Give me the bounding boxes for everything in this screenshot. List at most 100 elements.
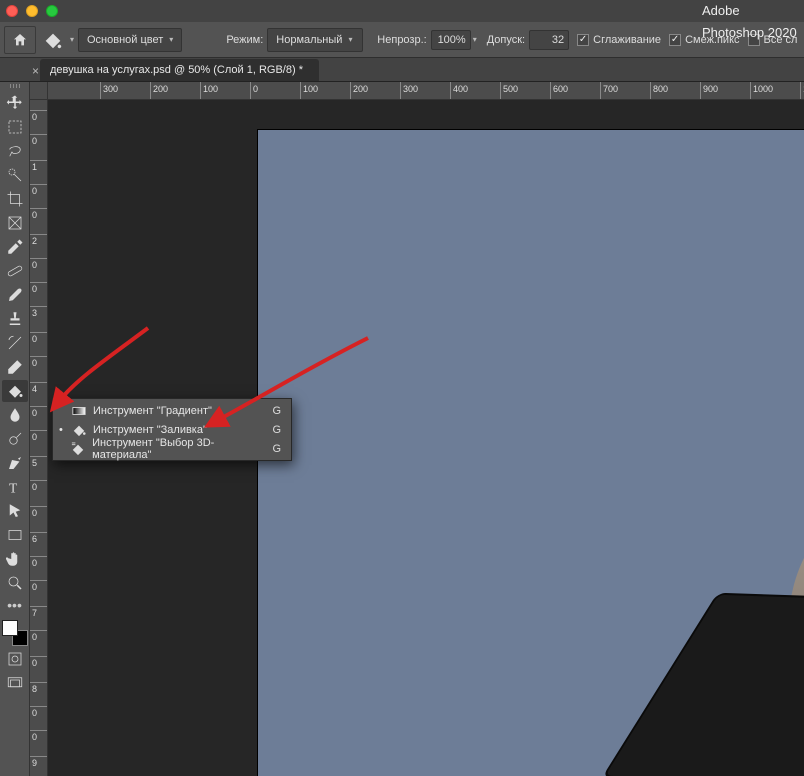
titlebar: Adobe Photoshop 2020 — [0, 0, 804, 22]
quick-select-tool[interactable] — [2, 164, 28, 186]
opacity-label: Непрозр.: — [377, 34, 426, 46]
flyout-item-3d-material[interactable]: Инструмент "Выбор 3D-материала" G — [53, 439, 291, 458]
move-icon — [6, 94, 24, 112]
screen-mode-toggle[interactable] — [2, 672, 28, 694]
flyout-item-shortcut: G — [272, 443, 281, 455]
home-button[interactable] — [4, 26, 36, 54]
magic-wand-icon — [6, 166, 24, 184]
flyout-item-label: Инструмент "Градиент" — [93, 405, 212, 417]
path-select-tool[interactable] — [2, 500, 28, 522]
quick-mask-toggle[interactable] — [2, 648, 28, 670]
flyout-item-shortcut: G — [272, 405, 281, 417]
maximize-button[interactable] — [46, 5, 58, 17]
frame-icon — [6, 214, 24, 232]
frame-tool[interactable] — [2, 212, 28, 234]
svg-text:T: T — [9, 480, 18, 495]
tolerance-input[interactable]: 32 — [529, 30, 569, 50]
color-swatches[interactable] — [2, 620, 28, 646]
chevron-down-icon: ▾ — [169, 35, 173, 44]
brush-tool[interactable] — [2, 284, 28, 306]
rectangle-icon — [6, 526, 24, 544]
stamp-icon — [6, 310, 24, 328]
marquee-icon — [6, 118, 24, 136]
quick-mask-icon — [6, 650, 24, 668]
flyout-item-label: Инструмент "Заливка" — [93, 424, 207, 436]
editor-area: 3002001000100200300400500600700800900100… — [30, 82, 804, 776]
stamp-tool[interactable] — [2, 308, 28, 330]
crop-tool[interactable] — [2, 188, 28, 210]
hand-tool[interactable] — [2, 548, 28, 570]
workspace: T ••• 3002001000100200300400500600700800… — [0, 82, 804, 776]
options-bar: ▾ Основной цвет ▾ Режим: Нормальный ▾ Не… — [0, 22, 804, 58]
document-tab-label: девушка на услугах.psd @ 50% (Слой 1, RG… — [50, 64, 303, 76]
blend-mode-dropdown[interactable]: Нормальный ▾ — [267, 28, 363, 52]
dodge-tool[interactable] — [2, 428, 28, 450]
close-tab-icon[interactable]: × — [32, 64, 39, 78]
app-title: Adobe Photoshop 2020 — [702, 0, 804, 44]
healing-tool[interactable] — [2, 260, 28, 282]
pen-tool[interactable] — [2, 452, 28, 474]
tolerance-label: Допуск: — [487, 34, 525, 46]
document-tabs: × девушка на услугах.psd @ 50% (Слой 1, … — [0, 58, 804, 82]
ruler-corner — [30, 82, 48, 100]
type-tool[interactable]: T — [2, 476, 28, 498]
shape-tool[interactable] — [2, 524, 28, 546]
canvas-viewport[interactable]: Инструмент "Градиент" G • Инструмент "За… — [48, 100, 804, 776]
blur-tool[interactable] — [2, 404, 28, 426]
current-tool-icon[interactable]: ▾ — [42, 26, 74, 54]
document-tab[interactable]: × девушка на услугах.psd @ 50% (Слой 1, … — [40, 59, 319, 81]
eyedropper-tool[interactable] — [2, 236, 28, 258]
antialias-label: Сглаживание — [593, 34, 661, 46]
tools-panel: T ••• — [0, 82, 30, 776]
horizontal-ruler[interactable]: 3002001000100200300400500600700800900100… — [48, 82, 804, 100]
paint-bucket-tool[interactable] — [2, 380, 28, 402]
fill-source-label: Основной цвет — [87, 34, 163, 46]
fill-source-dropdown[interactable]: Основной цвет ▾ — [78, 28, 182, 52]
dodge-icon — [6, 430, 24, 448]
history-brush-icon — [6, 334, 24, 352]
paint-bucket-icon — [6, 382, 24, 400]
vertical-ruler[interactable]: 0010020030040050060070080090 — [30, 100, 48, 776]
blend-mode-value: Нормальный — [276, 34, 342, 46]
chevron-down-icon: ▾ — [70, 35, 74, 44]
chevron-down-icon: ▾ — [348, 35, 352, 44]
antialias-checkbox[interactable]: Сглаживание — [577, 34, 661, 46]
brush-icon — [6, 286, 24, 304]
opacity-value: 100% — [438, 34, 466, 46]
checkbox-icon — [577, 34, 589, 46]
history-brush-tool[interactable] — [2, 332, 28, 354]
crop-icon — [6, 190, 24, 208]
opacity-input[interactable]: 100% — [431, 30, 471, 50]
arrow-cursor-icon — [6, 502, 24, 520]
paint-bucket-icon — [42, 29, 64, 51]
panel-grip[interactable] — [5, 84, 25, 88]
image-content — [638, 180, 804, 776]
minimize-button[interactable] — [26, 5, 38, 17]
tool-flyout-menu: Инструмент "Градиент" G • Инструмент "За… — [52, 398, 292, 461]
eyedropper-icon — [6, 238, 24, 256]
checkbox-icon — [669, 34, 681, 46]
lasso-icon — [6, 142, 24, 160]
close-button[interactable] — [6, 5, 18, 17]
pen-icon — [6, 454, 24, 472]
foreground-color-swatch[interactable] — [2, 620, 18, 636]
tolerance-value: 32 — [552, 34, 564, 46]
chevron-down-icon[interactable]: ▾ — [473, 35, 477, 44]
move-tool[interactable] — [2, 92, 28, 114]
paint-bucket-icon — [71, 422, 87, 438]
marquee-tool[interactable] — [2, 116, 28, 138]
type-icon: T — [6, 478, 24, 496]
gradient-icon — [71, 403, 87, 419]
document-canvas[interactable] — [258, 130, 804, 776]
flyout-active-mark: • — [59, 424, 65, 436]
window-controls — [6, 5, 58, 17]
hand-icon — [6, 550, 24, 568]
material-drop-icon — [71, 441, 86, 457]
eraser-tool[interactable] — [2, 356, 28, 378]
eraser-icon — [6, 358, 24, 376]
zoom-tool[interactable] — [2, 572, 28, 594]
edit-toolbar-button[interactable]: ••• — [7, 598, 22, 612]
flyout-item-gradient[interactable]: Инструмент "Градиент" G — [53, 401, 291, 420]
lasso-tool[interactable] — [2, 140, 28, 162]
mode-label: Режим: — [226, 34, 263, 46]
